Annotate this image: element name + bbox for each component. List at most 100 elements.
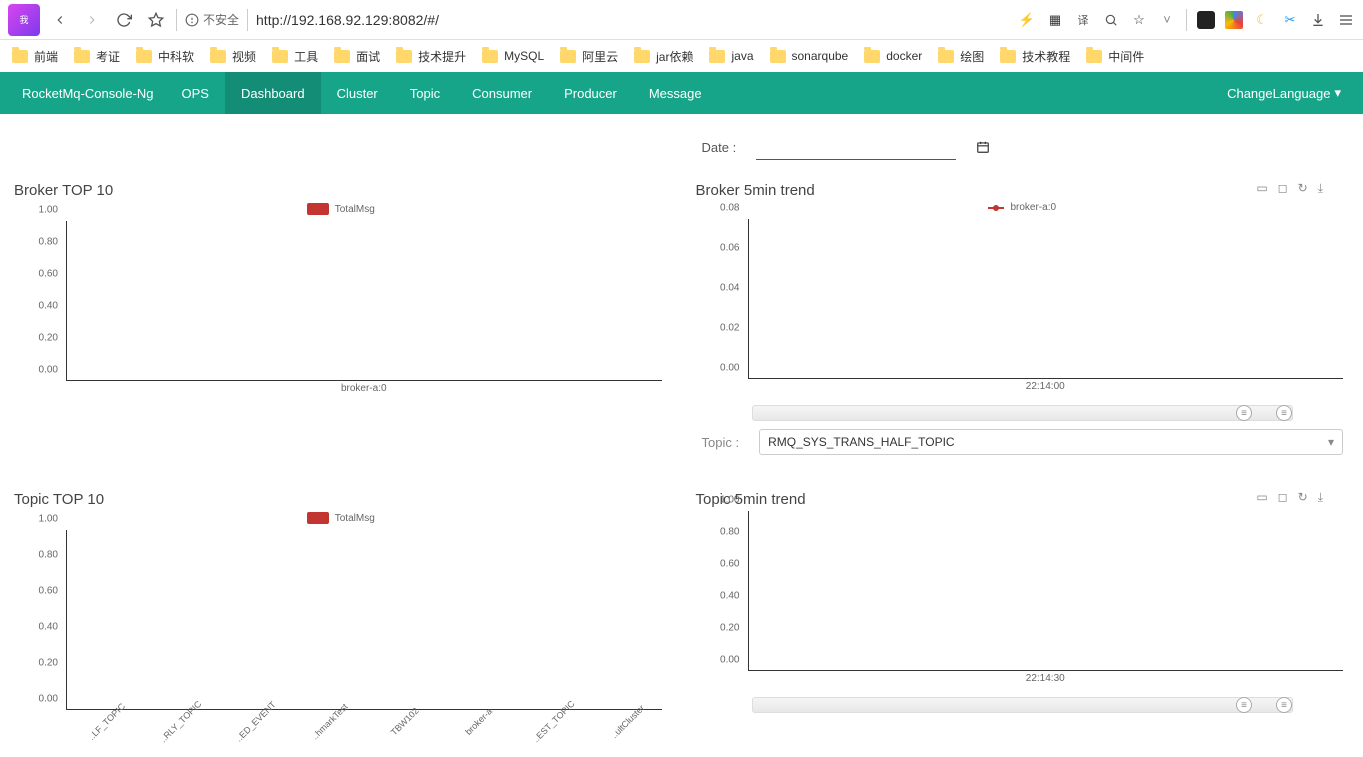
time-range-slider[interactable]: ≡ ≡ xyxy=(752,405,1294,421)
bookmark-label: jar依赖 xyxy=(656,48,693,65)
chart-legend: TotalMsg xyxy=(10,512,672,524)
y-tick: 0.00 xyxy=(39,694,58,705)
bookmark-item[interactable]: 考证 xyxy=(74,48,120,65)
security-indicator[interactable]: 不安全 xyxy=(185,11,239,28)
separator xyxy=(1186,9,1187,31)
bookmark-item[interactable]: 绘图 xyxy=(938,48,984,65)
y-tick: 0.20 xyxy=(720,623,739,634)
chart-legend: TotalMsg xyxy=(10,203,672,215)
nav-cluster[interactable]: Cluster xyxy=(321,72,394,114)
bookmark-item[interactable]: 视频 xyxy=(210,48,256,65)
folder-icon xyxy=(272,50,288,63)
broker-trend-panel: Broker 5min trend ▭ ◻ ↻ ⤓ broker-a:0 0.0… xyxy=(692,170,1354,469)
slider-handle-right[interactable]: ≡ xyxy=(1276,405,1292,421)
y-tick: 0.06 xyxy=(720,243,739,254)
dropdown-icon[interactable]: ˅ xyxy=(1158,11,1176,29)
forward-button[interactable] xyxy=(80,8,104,32)
broker-trend-chart: 0.000.020.040.060.0822:14:00 xyxy=(692,219,1354,399)
refresh-icon[interactable]: ↻ xyxy=(1298,181,1308,196)
folder-icon xyxy=(74,50,90,63)
bookmark-item[interactable]: 面试 xyxy=(334,48,380,65)
ext-icon-2[interactable] xyxy=(1225,11,1243,29)
zoom-reset-icon[interactable]: ◻ xyxy=(1278,490,1288,505)
topic-select-row: Topic : RMQ_SYS_TRANS_HALF_TOPIC ▾ xyxy=(692,421,1354,463)
star-icon[interactable]: ☆ xyxy=(1130,11,1148,29)
y-tick: 1.00 xyxy=(39,514,58,525)
back-button[interactable] xyxy=(48,8,72,32)
bookmark-label: java xyxy=(731,49,753,63)
bookmark-item[interactable]: sonarqube xyxy=(770,49,849,63)
nav-ops[interactable]: OPS xyxy=(166,72,225,114)
bookmark-item[interactable]: 前端 xyxy=(12,48,58,65)
separator xyxy=(176,9,177,31)
calendar-icon[interactable] xyxy=(976,140,990,154)
zoom-reset-icon[interactable]: ◻ xyxy=(1278,181,1288,196)
address-bar[interactable]: http://192.168.92.129:8082/#/ xyxy=(256,12,439,28)
scissors-icon[interactable]: ✂ xyxy=(1281,11,1299,29)
bookmark-item[interactable]: 工具 xyxy=(272,48,318,65)
download-icon[interactable]: ⤓ xyxy=(1318,490,1323,505)
topic-trend-panel: Topic 5min trend ▭ ◻ ↻ ⤓ 0.000.200.400.6… xyxy=(692,479,1354,736)
download-icon[interactable]: ⤓ xyxy=(1318,181,1323,196)
folder-icon xyxy=(210,50,226,63)
y-tick: 0.00 xyxy=(720,363,739,374)
bookmark-item[interactable]: 阿里云 xyxy=(560,48,618,65)
slider-handle-left[interactable]: ≡ xyxy=(1236,405,1252,421)
bookmark-item[interactable]: 中科软 xyxy=(136,48,194,65)
bookmark-item[interactable]: jar依赖 xyxy=(634,48,693,65)
menu-icon[interactable] xyxy=(1337,11,1355,29)
favorite-button[interactable] xyxy=(144,8,168,32)
language-switcher[interactable]: ChangeLanguage ▾ xyxy=(1215,85,1353,101)
x-tick: broker-a:0 xyxy=(66,383,662,401)
insecure-label: 不安全 xyxy=(203,11,239,28)
topic-top10-chart: 0.000.200.400.600.801.00..LF_TOPIC..RLY_… xyxy=(10,530,672,730)
zoom-icon[interactable] xyxy=(1102,11,1120,29)
folder-icon xyxy=(560,50,576,63)
bookmark-item[interactable]: java xyxy=(709,49,753,63)
nav-dashboard[interactable]: Dashboard xyxy=(225,72,321,114)
topic-select[interactable]: RMQ_SYS_TRANS_HALF_TOPIC ▾ xyxy=(759,429,1343,455)
legend-swatch-icon xyxy=(307,203,329,215)
refresh-icon[interactable]: ↻ xyxy=(1298,490,1308,505)
slider-handle-left[interactable]: ≡ xyxy=(1236,697,1252,713)
moon-icon[interactable]: ☾ xyxy=(1253,11,1271,29)
folder-icon xyxy=(1086,50,1102,63)
nav-topic[interactable]: Topic xyxy=(394,72,456,114)
bookmark-item[interactable]: 中间件 xyxy=(1086,48,1144,65)
nav-consumer[interactable]: Consumer xyxy=(456,72,548,114)
bookmark-item[interactable]: 技术提升 xyxy=(396,48,466,65)
y-tick: 0.40 xyxy=(720,591,739,602)
bookmark-label: 考证 xyxy=(96,48,120,65)
ext-icon-1[interactable] xyxy=(1197,11,1215,29)
caret-down-icon: ▾ xyxy=(1328,435,1334,449)
bookmark-label: 前端 xyxy=(34,48,58,65)
browser-toolbar: 我 不安全 http://192.168.92.129:8082/#/ ⚡ ▦ … xyxy=(0,0,1363,40)
translate-icon[interactable]: 译 xyxy=(1074,11,1092,29)
download-icon[interactable] xyxy=(1309,11,1327,29)
qr-icon[interactable]: ▦ xyxy=(1046,11,1064,29)
legend-line-icon xyxy=(988,207,1004,209)
profile-avatar[interactable]: 我 xyxy=(8,4,40,36)
area-zoom-icon[interactable]: ▭ xyxy=(1256,490,1267,505)
bookmark-label: 中间件 xyxy=(1108,48,1144,65)
bookmark-item[interactable]: docker xyxy=(864,49,922,63)
y-tick: 0.60 xyxy=(39,586,58,597)
folder-icon xyxy=(864,50,880,63)
bookmark-item[interactable]: MySQL xyxy=(482,49,544,63)
dashboard-content: Date : Broker TOP 10 TotalMsg 0.000.200.… xyxy=(0,114,1363,746)
nav-message[interactable]: Message xyxy=(633,72,718,114)
caret-down-icon: ▾ xyxy=(1334,85,1341,101)
plot-area xyxy=(748,219,1344,379)
date-filter-row: Date : xyxy=(692,124,1354,160)
area-zoom-icon[interactable]: ▭ xyxy=(1256,181,1267,196)
reload-button[interactable] xyxy=(112,8,136,32)
broker-top10-chart: 0.000.200.400.600.801.00broker-a:0 xyxy=(10,221,672,401)
date-input[interactable] xyxy=(756,134,956,160)
slider-handle-right[interactable]: ≡ xyxy=(1276,697,1292,713)
bookmark-item[interactable]: 技术教程 xyxy=(1000,48,1070,65)
folder-icon xyxy=(709,50,725,63)
time-range-slider[interactable]: ≡ ≡ xyxy=(752,697,1294,713)
lightning-icon[interactable]: ⚡ xyxy=(1018,11,1036,29)
plot-area xyxy=(66,221,662,381)
nav-producer[interactable]: Producer xyxy=(548,72,633,114)
